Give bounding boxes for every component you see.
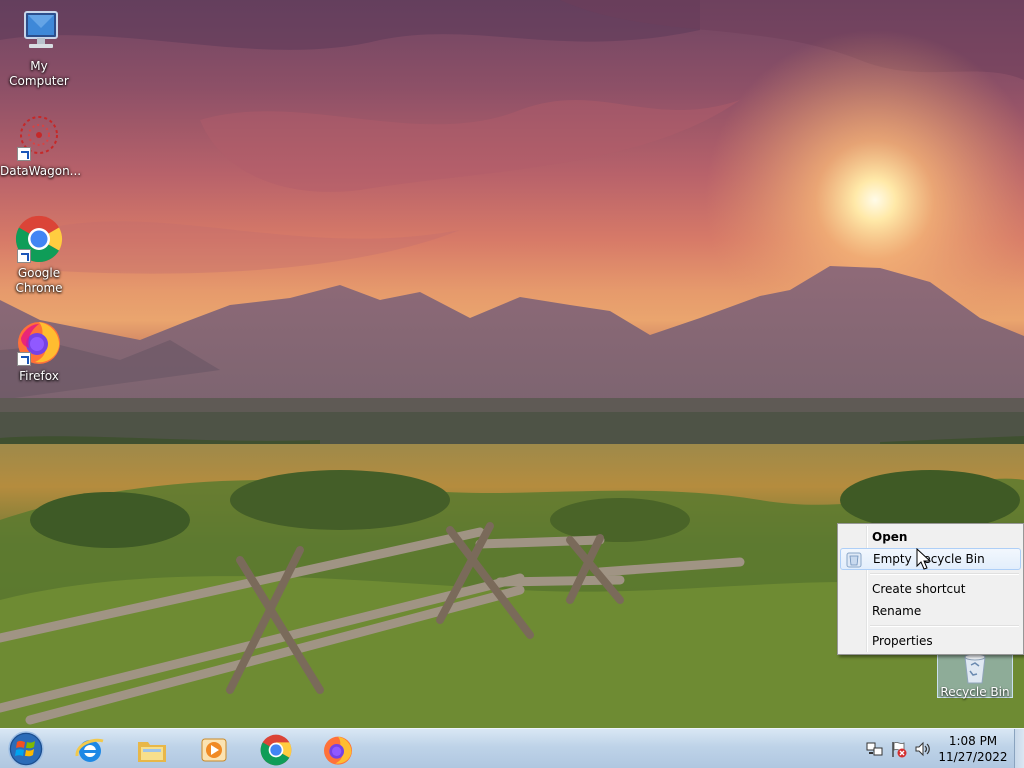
taskbar-chrome-button[interactable] (248, 731, 304, 767)
network-icon[interactable] (866, 740, 884, 758)
shield-icon (846, 552, 862, 568)
menu-item-label: Create shortcut (872, 582, 966, 596)
taskbar-media-player-button[interactable] (186, 731, 242, 767)
taskbar-ie-button[interactable] (62, 731, 118, 767)
start-button[interactable] (6, 731, 46, 767)
desktop-icon-google-chrome[interactable]: Google Chrome (0, 215, 78, 296)
action-center-flag-icon[interactable] (890, 740, 908, 758)
menu-separator (870, 622, 1021, 630)
computer-icon (15, 8, 63, 56)
menu-item-properties[interactable]: Properties (840, 630, 1021, 652)
taskbar-explorer-button[interactable] (124, 731, 180, 767)
datawagon-icon (15, 113, 63, 161)
menu-item-rename[interactable]: Rename (840, 600, 1021, 622)
shortcut-arrow-icon (17, 249, 31, 263)
taskbar-clock[interactable]: 1:08 PM 11/27/2022 (937, 733, 1009, 765)
shortcut-arrow-icon (17, 147, 31, 161)
desktop-icon-label: Google Chrome (15, 266, 63, 295)
desktop-icon-firefox[interactable]: Firefox (0, 318, 78, 384)
recycle-bin-icon (958, 653, 992, 685)
desktop-icon-label: DataWagon... (0, 164, 82, 178)
media-player-icon (201, 738, 227, 762)
menu-item-label: Properties (872, 634, 933, 648)
ie-icon (75, 738, 104, 762)
desktop-icon-label: My Computer (9, 59, 69, 88)
menu-item-open[interactable]: Open (840, 526, 1021, 548)
menu-separator (870, 570, 1021, 578)
context-menu: Open Empty Recycle Bin Create shortcut R… (837, 523, 1024, 655)
desktop-icon-datawagon[interactable]: DataWagon... (0, 113, 82, 179)
volume-icon[interactable] (914, 740, 932, 758)
menu-item-label: Rename (872, 604, 922, 618)
menu-item-create-shortcut[interactable]: Create shortcut (840, 578, 1021, 600)
taskbar: 1:08 PM 11/27/2022 (0, 728, 1024, 768)
mouse-pointer-icon (915, 547, 933, 572)
folder-icon (138, 742, 166, 762)
chrome-icon (15, 215, 63, 263)
taskbar-firefox-button[interactable] (310, 731, 366, 767)
firefox-icon (15, 318, 63, 366)
chrome-icon (260, 734, 292, 766)
desktop-icon-label: Firefox (19, 369, 59, 383)
windows-orb-icon (8, 731, 44, 767)
desktop-icon-my-computer[interactable]: My Computer (0, 8, 78, 89)
clock-date: 11/27/2022 (938, 750, 1008, 764)
desktop-icon-label: Recycle Bin (940, 685, 1010, 699)
clock-time: 1:08 PM (948, 734, 998, 748)
desktop-icon-recycle-bin[interactable]: Recycle Bin (937, 651, 1013, 699)
menu-item-label: Open (872, 530, 908, 544)
firefox-icon (324, 736, 352, 765)
shortcut-arrow-icon (17, 352, 31, 366)
show-desktop-button[interactable] (1014, 729, 1024, 768)
